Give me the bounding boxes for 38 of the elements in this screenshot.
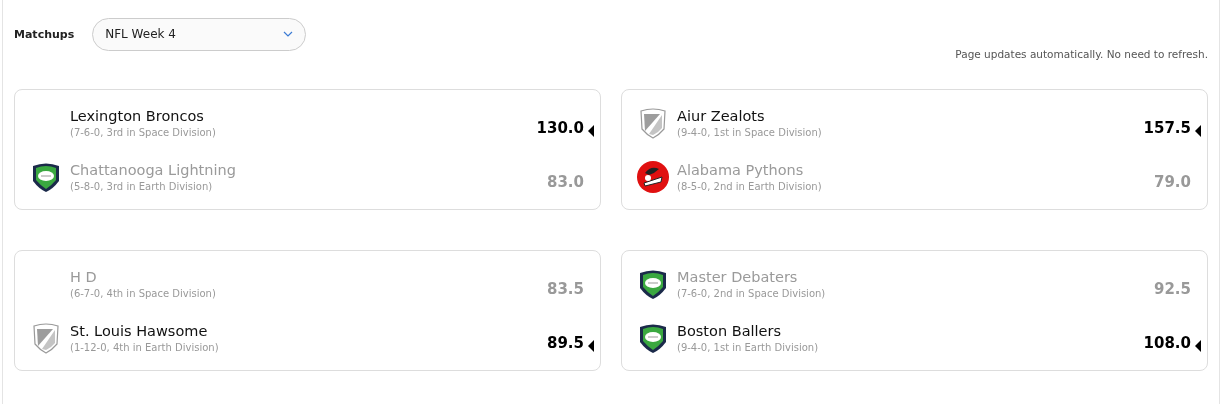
winner-arrow-icon: [588, 340, 594, 352]
team-name: H D: [70, 269, 98, 285]
team-record: (8-5-0, 2nd in Earth Division): [677, 181, 823, 192]
team-score: 79.0: [1154, 173, 1191, 191]
team-name: Alabama Pythons: [677, 162, 805, 178]
football-shield-icon: [638, 322, 668, 354]
auto-update-notice: Page updates automatically. No need to refresh.: [955, 48, 1208, 60]
chevron-down-icon: [283, 31, 294, 37]
shield-icon: [639, 107, 667, 139]
shield-icon: [32, 322, 60, 354]
football-shield-icon: [638, 268, 668, 300]
week-select[interactable]: NFL Week 4: [92, 17, 307, 51]
team-score: 157.5: [1143, 119, 1191, 137]
team-score: 83.0: [547, 173, 584, 191]
winner-arrow-icon: [1195, 125, 1201, 137]
team-record: (1-12-0, 4th in Earth Division): [70, 342, 220, 353]
team-score: 83.5: [547, 280, 584, 298]
team-score: 89.5: [547, 334, 584, 352]
snake-badge-icon: [637, 161, 669, 193]
team-score: 108.0: [1143, 334, 1191, 352]
team-record: (7-6-0, 3rd in Space Division): [70, 127, 217, 138]
team-name: Chattanooga Lightning: [70, 162, 237, 178]
team-record: (9-4-0, 1st in Earth Division): [677, 342, 820, 353]
team-record: (9-4-0, 1st in Space Division): [677, 127, 823, 138]
team-name: St. Louis Hawsome: [70, 323, 209, 339]
team-name: Lexington Broncos: [70, 108, 205, 124]
team-record: (5-8-0, 3rd in Earth Division): [70, 181, 214, 192]
team-score: 92.5: [1154, 280, 1191, 298]
team-name: Aiur Zealots: [677, 108, 766, 124]
winner-arrow-icon: [1195, 340, 1201, 352]
matchups-label: Matchups: [14, 27, 75, 41]
team-record: (6-7-0, 4th in Space Division): [70, 288, 217, 299]
team-name: Boston Ballers: [677, 323, 783, 339]
football-shield-icon: [31, 161, 61, 193]
winner-arrow-icon: [588, 125, 594, 137]
team-score: 130.0: [536, 119, 584, 137]
team-record: (7-6-0, 2nd in Space Division): [677, 288, 827, 299]
team-name: Master Debaters: [677, 269, 799, 285]
